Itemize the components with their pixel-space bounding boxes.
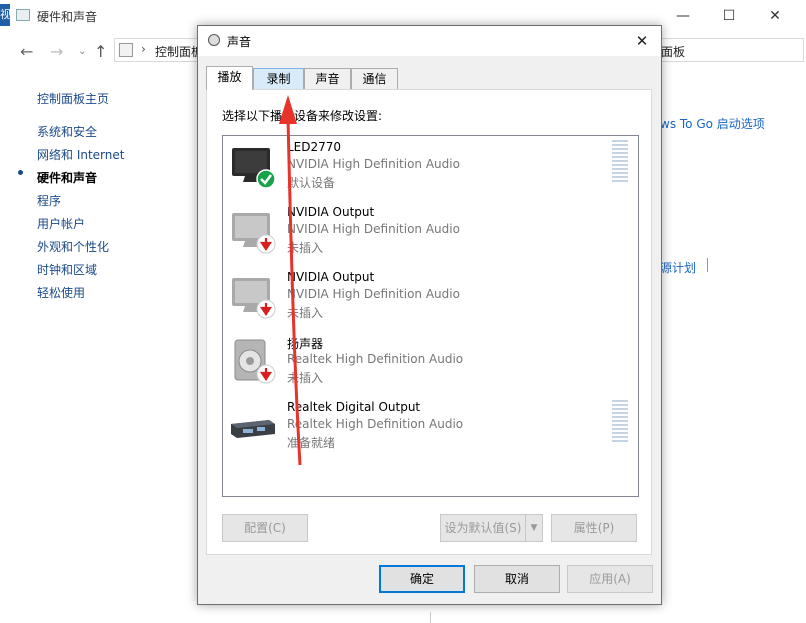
tab-communications[interactable]: 通信	[351, 68, 398, 89]
cancel-button[interactable]: 取消	[474, 565, 560, 593]
speaker-icon	[234, 339, 276, 384]
device-name: NVIDIA Output	[287, 270, 375, 284]
monitor-icon	[232, 148, 276, 189]
dialog-title: 声音	[227, 35, 252, 49]
device-driver: NVIDIA High Definition Audio	[287, 222, 460, 236]
set-default-dropdown-button[interactable]: ▼	[525, 514, 543, 542]
sound-icon	[208, 34, 220, 46]
device-driver: Realtek High Definition Audio	[287, 417, 464, 431]
control-panel-icon	[119, 43, 133, 57]
windows-to-go-link[interactable]: ws To Go 启动选项	[660, 115, 765, 132]
device-driver: NVIDIA High Definition Audio	[287, 157, 460, 171]
close-button[interactable]: ✕	[752, 4, 798, 28]
breadcrumb-separator: ›	[141, 42, 146, 56]
device-name: Realtek Digital Output	[287, 400, 421, 414]
sidebar-item-programs[interactable]: 程序	[37, 192, 61, 209]
properties-button[interactable]: 属性(P)	[551, 514, 637, 542]
device-status: 默认设备	[287, 176, 336, 190]
sidebar-item-hardware-sound[interactable]: 硬件和声音	[37, 169, 97, 186]
unplugged-icon	[256, 364, 276, 384]
sound-dialog: 声音 ✕ 播放 录制 声音 通信 选择以下播放设备来修改设置: LED2770 …	[197, 25, 662, 605]
active-item-bullet	[18, 170, 23, 175]
folder-icon	[16, 9, 30, 21]
apply-button[interactable]: 应用(A)	[567, 565, 653, 593]
dialog-close-button[interactable]: ✕	[628, 29, 656, 53]
device-status: 未插入	[287, 371, 324, 385]
default-check-icon	[256, 169, 276, 189]
device-status: 未插入	[287, 241, 324, 255]
digital-output-icon	[231, 420, 275, 438]
power-plan-link[interactable]: 源计划	[660, 259, 696, 276]
playback-panel: 选择以下播放设备来修改设置: LED2770 NVIDIA High Defin…	[206, 89, 652, 555]
list-item[interactable]: Realtek Digital Output Realtek High Defi…	[223, 396, 638, 461]
sidebar-item-network[interactable]: 网络和 Internet	[37, 146, 124, 163]
unplugged-icon	[256, 299, 276, 319]
ok-button[interactable]: 确定	[379, 565, 465, 593]
sidebar-item-appearance[interactable]: 外观和个性化	[37, 238, 109, 255]
sidebar-item-home[interactable]: 控制面板主页	[37, 90, 109, 107]
device-driver: NVIDIA High Definition Audio	[287, 287, 460, 301]
sidebar-item-clock-region[interactable]: 时钟和区域	[37, 261, 97, 278]
divider	[430, 612, 431, 623]
list-item[interactable]: LED2770 NVIDIA High Definition Audio 默认设…	[223, 136, 638, 201]
minimize-button[interactable]: —	[660, 4, 706, 28]
playback-device-list[interactable]: LED2770 NVIDIA High Definition Audio 默认设…	[222, 135, 639, 497]
app-icon: 视	[0, 4, 10, 26]
list-item[interactable]: 扬声器 Realtek High Definition Audio 未插入	[223, 331, 638, 396]
device-status: 未插入	[287, 306, 324, 320]
configure-button[interactable]: 配置(C)	[222, 514, 308, 542]
forward-arrow-icon[interactable]: →	[50, 42, 63, 61]
search-input[interactable]: 面板	[661, 43, 685, 60]
set-default-button[interactable]: 设为默认值(S)	[440, 514, 526, 542]
tab-recording[interactable]: 录制	[253, 68, 304, 89]
link-separator	[707, 258, 708, 272]
unplugged-icon	[256, 234, 276, 254]
back-arrow-icon[interactable]: ←	[20, 42, 33, 61]
tab-playback[interactable]: 播放	[206, 66, 253, 90]
breadcrumb[interactable]: 控制面板	[155, 43, 203, 60]
tab-sounds[interactable]: 声音	[304, 68, 351, 89]
maximize-button[interactable]: ☐	[706, 4, 752, 28]
window-title: 硬件和声音	[37, 10, 98, 24]
dialog-titlebar: 声音 ✕	[198, 26, 661, 56]
volume-level-meter	[612, 140, 628, 182]
panel-prompt: 选择以下播放设备来修改设置:	[222, 109, 383, 123]
list-item[interactable]: NVIDIA Output NVIDIA High Definition Aud…	[223, 266, 638, 331]
chevron-down-icon: ▼	[530, 523, 538, 533]
monitor-icon	[232, 278, 276, 319]
recent-locations-chevron-icon[interactable]: ⌄	[78, 46, 86, 57]
device-name: 扬声器	[287, 337, 324, 351]
device-status: 准备就绪	[287, 436, 336, 450]
device-name: NVIDIA Output	[287, 205, 375, 219]
sidebar-item-system-security[interactable]: 系统和安全	[37, 123, 97, 140]
sidebar-item-ease-of-access[interactable]: 轻松使用	[37, 284, 85, 301]
monitor-icon	[232, 213, 276, 254]
up-arrow-icon[interactable]: ↑	[94, 42, 107, 61]
volume-level-meter	[612, 400, 628, 442]
device-driver: Realtek High Definition Audio	[287, 352, 464, 366]
list-item[interactable]: NVIDIA Output NVIDIA High Definition Aud…	[223, 201, 638, 266]
device-name: LED2770	[287, 140, 342, 154]
sidebar-item-user-accounts[interactable]: 用户帐户	[37, 215, 85, 232]
